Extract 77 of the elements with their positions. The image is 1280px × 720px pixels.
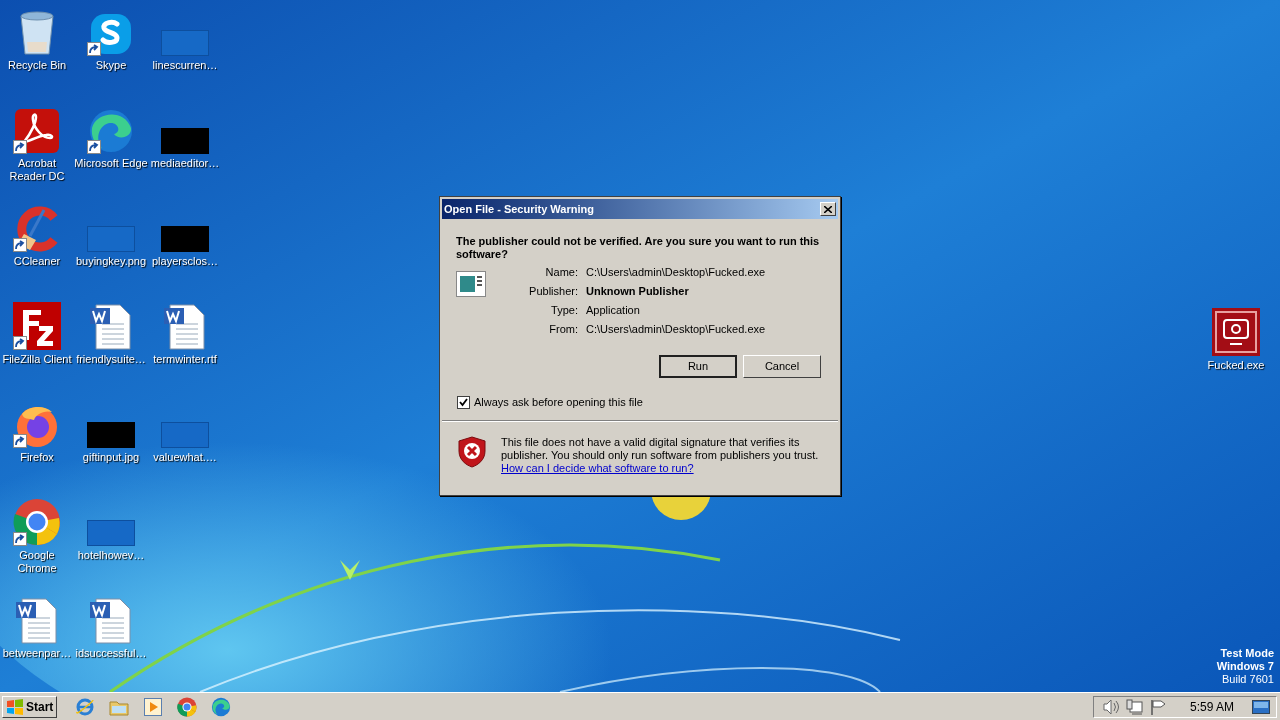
flag-icon[interactable] <box>1149 698 1168 715</box>
desktop-icon[interactable]: friendlysuite… <box>74 294 148 392</box>
os-watermark-text: Windows 7 <box>1216 660 1274 673</box>
checkbox-label: Always ask before opening this file <box>474 395 643 410</box>
os-watermark-text: Build 7601 <box>1222 673 1274 686</box>
field-value: Unknown Publisher <box>586 285 690 298</box>
help-link[interactable]: How can I decide what software to run? <box>501 461 821 475</box>
show-desktop-icon[interactable] <box>1252 699 1270 714</box>
checkbox[interactable] <box>457 395 470 409</box>
icon-label: linescurren… <box>151 59 219 72</box>
icon-label: valuewhat.… <box>152 451 218 464</box>
icon-label: termwinter.rtf <box>152 353 218 366</box>
program-icon <box>456 271 488 299</box>
desktop-icon[interactable]: Microsoft Edge <box>74 98 148 196</box>
close-icon <box>824 205 832 213</box>
field-value: Application <box>586 304 641 317</box>
icon-label: friendlysuite… <box>75 353 147 366</box>
desktop-icon[interactable]: CCleaner <box>0 196 74 294</box>
taskbar-play-button[interactable] <box>142 695 164 718</box>
icon-label: Google Chrome <box>16 549 58 575</box>
icon-label: buyingkey.png <box>74 255 148 268</box>
network-icon[interactable] <box>1125 698 1144 715</box>
field-label: Name: <box>544 266 578 279</box>
desktop-icon[interactable]: termwinter.rtf <box>148 294 222 392</box>
window-title: Open File - Security Warning <box>444 201 594 217</box>
icon-label: Fucked.exe <box>1206 359 1266 372</box>
desktop-icon[interactable]: Skype <box>74 0 148 98</box>
windows-logo-icon <box>6 698 24 715</box>
dialog-button[interactable]: Run <box>659 355 737 378</box>
speaker-icon[interactable] <box>1101 698 1120 715</box>
icon-label: Recycle Bin <box>6 59 68 72</box>
icon-label: Firefox <box>19 451 55 464</box>
desktop-icon[interactable]: Firefox <box>0 392 74 490</box>
icon-label: CCleaner <box>12 255 62 268</box>
icon-label: betweenpar… <box>1 647 73 660</box>
icon-label: idsuccessful… <box>74 647 148 660</box>
warning-text: This file does not have a valid digital signature that verifies its publisher. You should only run software from publishers you trust. <box>501 435 820 462</box>
desktop-icon[interactable]: Fucked.exe <box>1199 300 1273 398</box>
desktop-icon[interactable]: Acrobat Reader DC <box>0 98 74 196</box>
icon-label: playersclos… <box>151 255 219 268</box>
shortcut-arrow-icon <box>13 532 27 546</box>
desktop-icon[interactable]: playersclos… <box>148 196 222 294</box>
shortcut-arrow-icon <box>87 42 101 56</box>
start-button[interactable]: Start <box>2 695 58 718</box>
desktop-icon[interactable]: Recycle Bin <box>0 0 74 98</box>
icon-label: hotelhowev… <box>76 549 146 562</box>
desktop-icon[interactable]: FileZilla Client <box>0 294 74 392</box>
desktop-icon[interactable]: mediaeditor… <box>148 98 222 196</box>
shortcut-arrow-icon <box>13 140 27 154</box>
icon-label: Microsoft Edge <box>74 157 148 170</box>
shortcut-arrow-icon <box>13 238 27 252</box>
field-value: C:\Users\admin\Desktop\Fucked.exe <box>586 323 766 336</box>
field-label: Type: <box>550 304 578 317</box>
desktop-icon[interactable]: linescurren… <box>148 0 222 98</box>
dialog-button[interactable]: Cancel <box>743 355 821 378</box>
desktop-icon[interactable]: giftinput.jpg <box>74 392 148 490</box>
icon-label: mediaeditor… <box>149 157 221 170</box>
warning-heading: The publisher could not be verified. Are you sure you want to run this software? <box>455 234 821 261</box>
icon-label: Acrobat Reader DC <box>8 157 66 183</box>
os-watermark-text: Test Mode <box>1220 647 1274 660</box>
desktop-icon[interactable]: buyingkey.png <box>74 196 148 294</box>
shortcut-arrow-icon <box>87 140 101 154</box>
taskbar-edge-button[interactable] <box>210 695 232 718</box>
icon-label: Skype <box>94 59 128 72</box>
icon-label: FileZilla Client <box>1 353 73 366</box>
field-value: C:\Users\admin\Desktop\Fucked.exe <box>586 266 766 279</box>
taskbar-chrome-button[interactable] <box>176 695 198 718</box>
shortcut-arrow-icon <box>13 434 27 448</box>
desktop-icon[interactable]: Google Chrome <box>0 490 74 588</box>
icon-label: giftinput.jpg <box>81 451 141 464</box>
desktop-icon[interactable]: valuewhat.… <box>148 392 222 490</box>
close-button[interactable] <box>820 202 836 216</box>
field-label: Publisher: <box>528 285 578 298</box>
clock: 5:59 AM <box>1189 698 1234 716</box>
field-label: From: <box>548 323 578 336</box>
shortcut-arrow-icon <box>13 336 27 350</box>
desktop-icon[interactable]: hotelhowev… <box>74 490 148 588</box>
